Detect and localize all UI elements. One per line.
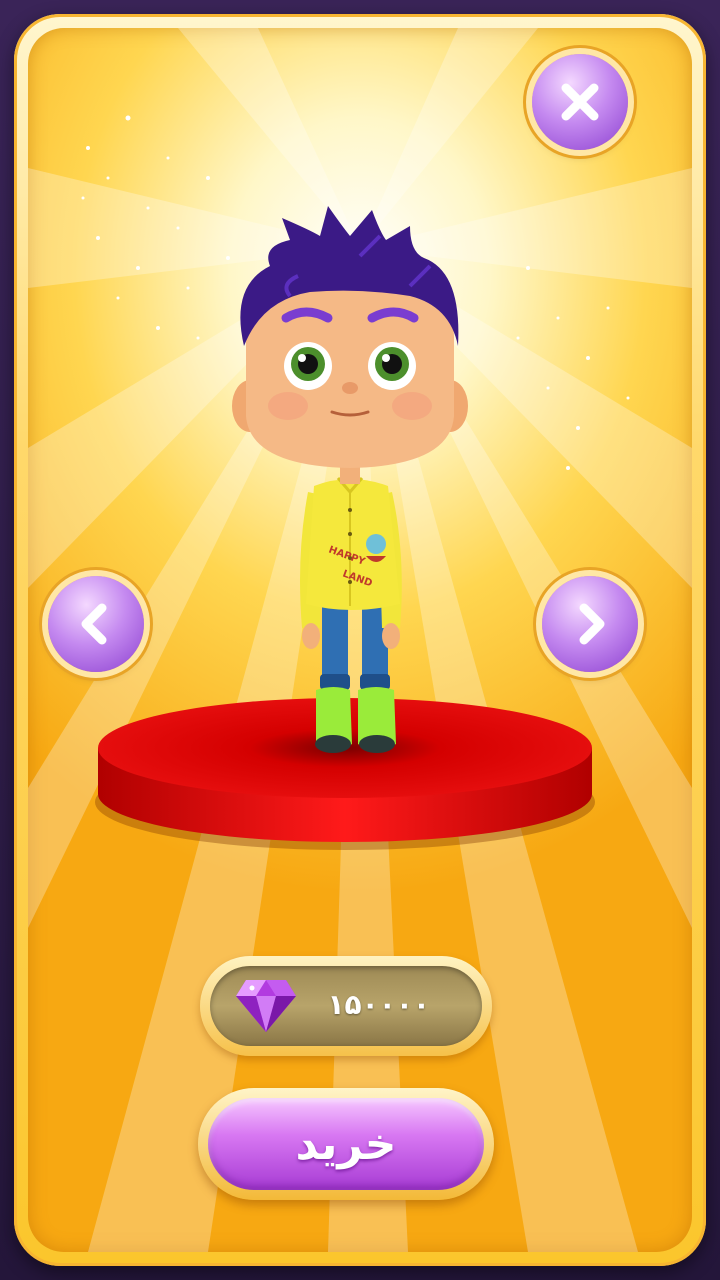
price-display: ۱۵۰۰۰۰	[200, 956, 492, 1056]
chevron-left-icon	[81, 603, 107, 645]
character-avatar: HAPPY LAND	[232, 206, 468, 753]
shop-screen: HAPPY LAND ۱۵۰۰۰۰ خرید	[0, 0, 720, 1280]
chevron-right-icon	[579, 603, 605, 645]
price-display-inner: ۱۵۰۰۰۰	[210, 966, 482, 1046]
gem-icon	[236, 980, 296, 1032]
previous-character-button[interactable]	[48, 576, 144, 672]
close-button[interactable]	[532, 54, 628, 150]
buy-button-inner: خرید	[208, 1098, 484, 1190]
next-character-button[interactable]	[542, 576, 638, 672]
buy-button-label: خرید	[295, 1118, 397, 1170]
buy-button[interactable]: خرید	[198, 1088, 494, 1200]
price-value: ۱۵۰۰۰۰	[327, 988, 430, 1021]
close-icon	[561, 83, 599, 121]
